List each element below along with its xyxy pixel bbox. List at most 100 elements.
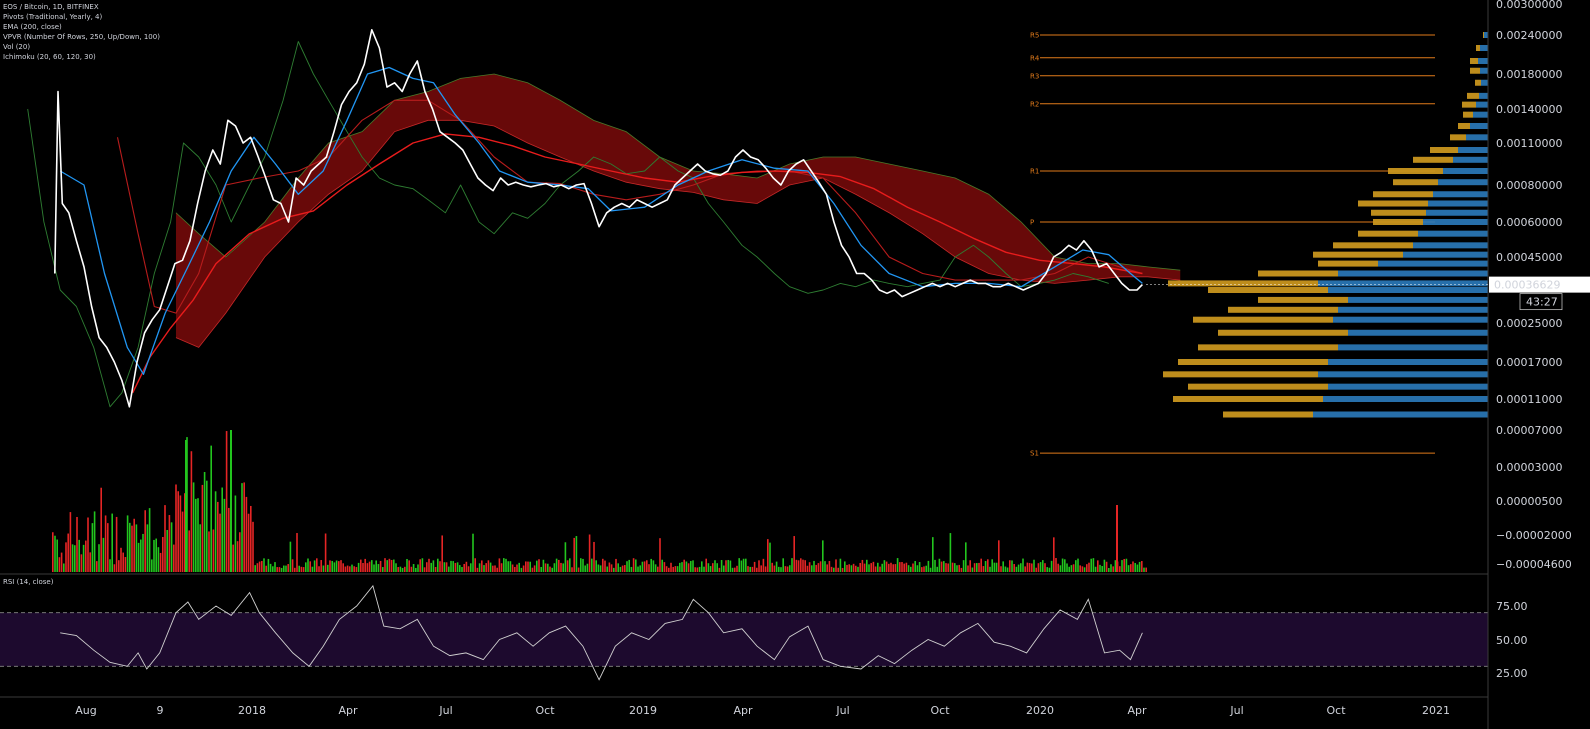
- volume-bar: [918, 562, 921, 572]
- rsi-tick-label: 25.00: [1496, 667, 1528, 680]
- vp-bar-up: [1478, 58, 1488, 64]
- volume-bar: [371, 560, 373, 572]
- volume-bar: [320, 560, 322, 572]
- volume-bar: [529, 561, 531, 572]
- volume-bar: [362, 562, 364, 572]
- volume-bar: [912, 563, 914, 572]
- volume-bar: [377, 564, 380, 572]
- volume-bar: [734, 567, 736, 572]
- price-tick-label: 0.00140000: [1496, 103, 1562, 116]
- volume-bar: [511, 564, 514, 572]
- vp-bar-up: [1378, 260, 1488, 267]
- volume-bar: [214, 491, 217, 572]
- volume-bar: [811, 565, 813, 572]
- volume-bar: [111, 513, 113, 572]
- volume-bar: [800, 558, 802, 572]
- volume-bar: [745, 558, 747, 572]
- volume-bar: [566, 560, 569, 572]
- vp-bar-up: [1328, 359, 1488, 365]
- volume-bar: [797, 560, 800, 572]
- volume-bar: [258, 561, 261, 572]
- volume-bar: [461, 567, 463, 572]
- volume-bar: [888, 563, 890, 572]
- volume-bar: [289, 541, 292, 572]
- volume-bar: [742, 558, 745, 572]
- indicator-legend: EOS / Bitcoin, 1D, BITFINEX Pivots (Trad…: [3, 2, 160, 62]
- volume-bar: [129, 522, 131, 572]
- volume-bar: [674, 566, 677, 572]
- volume-bar: [503, 558, 505, 572]
- volume-bar: [294, 567, 296, 572]
- volume-bar: [639, 565, 641, 572]
- volume-bar: [481, 560, 483, 572]
- volume-bar: [1141, 561, 1143, 572]
- vp-bar-up: [1453, 156, 1488, 163]
- time-tick-label: 2020: [1026, 704, 1054, 717]
- legend-ichimoku[interactable]: Ichimoku (20, 60, 120, 30): [3, 52, 160, 62]
- chart-canvas[interactable]: R5 R4 R3 R2 R1 P S1 75.00 50.00 25.00 0.00300000 0…: [0, 0, 1590, 729]
- vp-bar-down: [1228, 306, 1338, 313]
- volume-bar: [560, 562, 562, 572]
- volume-bar: [516, 564, 518, 572]
- volume-bar: [507, 561, 509, 572]
- volume-bar: [613, 567, 615, 572]
- volume-bar: [533, 565, 536, 572]
- volume-bar: [564, 542, 567, 572]
- volume-bar: [137, 542, 140, 572]
- volume-bar: [943, 561, 945, 572]
- volume-bar: [978, 562, 980, 572]
- volume-bar: [175, 484, 177, 572]
- volume-bar: [690, 560, 692, 572]
- legend-ema[interactable]: EMA (200, close): [3, 22, 160, 32]
- volume-bar: [98, 544, 100, 572]
- pivot-label: R2: [1030, 100, 1039, 108]
- volume-bar: [1130, 564, 1132, 572]
- legend-pivots[interactable]: Pivots (Traditional, Yearly, 4): [3, 12, 160, 22]
- volume-bar: [267, 558, 270, 572]
- volume-bar: [87, 517, 89, 572]
- vp-bar-up: [1338, 270, 1488, 277]
- volume-bar: [1004, 566, 1007, 572]
- legend-vol[interactable]: Vol (20): [3, 42, 160, 52]
- legend-vpvr[interactable]: VPVR (Number Of Rows, 250, Up/Down, 100): [3, 32, 160, 42]
- volume-bar: [1066, 563, 1068, 572]
- volume-bar: [784, 566, 787, 572]
- volume-bar: [109, 559, 111, 572]
- volume-bar: [899, 562, 901, 572]
- vp-bar-down: [1462, 101, 1476, 108]
- volume-bar: [135, 524, 138, 572]
- volume-bar: [720, 560, 723, 572]
- volume-bar: [756, 567, 758, 572]
- volume-bar: [349, 566, 351, 572]
- volume-bar: [496, 567, 498, 572]
- volume-bar: [1000, 566, 1002, 572]
- rsi-legend[interactable]: RSI (14, close): [3, 578, 53, 586]
- volume-bar: [280, 567, 283, 572]
- volume-bar: [558, 559, 560, 572]
- volume-bar: [1138, 561, 1141, 572]
- volume-bar: [685, 561, 688, 572]
- volume-bar: [709, 566, 712, 572]
- volume-bar: [764, 566, 767, 572]
- volume-bar: [228, 507, 230, 572]
- volume-bar: [725, 560, 727, 572]
- volume-bar: [368, 561, 371, 572]
- volume-bar: [65, 542, 67, 572]
- volume-bar: [868, 564, 870, 572]
- volume-bar: [1048, 567, 1051, 572]
- rsi-tick-label: 50.00: [1496, 634, 1528, 647]
- volume-bars: [52, 430, 1147, 572]
- volume-bar: [905, 562, 908, 572]
- volume-bar: [382, 567, 384, 572]
- volume-bar: [91, 523, 94, 572]
- volume-bar: [1002, 561, 1004, 572]
- volume-spike: [1116, 505, 1118, 572]
- volume-bar: [203, 472, 206, 572]
- volume-bar: [309, 561, 311, 572]
- time-tick-label: Apr: [733, 704, 753, 717]
- vp-bar-up: [1443, 168, 1488, 174]
- volume-bar: [791, 558, 793, 572]
- volume-bar: [351, 564, 353, 572]
- volume-bar: [802, 559, 804, 572]
- volume-bar: [1015, 566, 1018, 572]
